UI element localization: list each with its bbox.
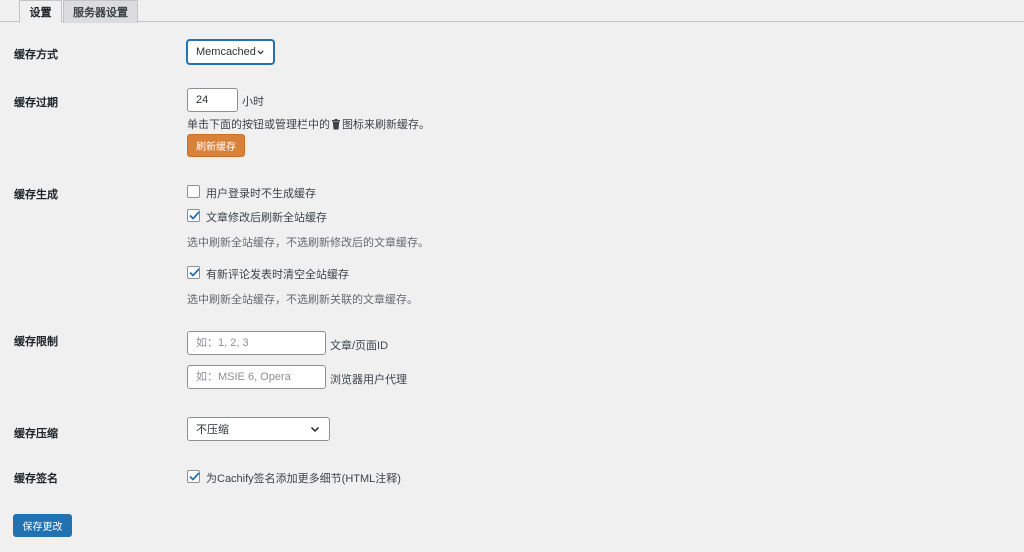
signature-details-label: 为Cachify签名添加更多细节(HTML注释) — [206, 473, 401, 485]
chevron-down-icon — [310, 426, 320, 433]
flush-on-comment-desc: 选中刷新全站缓存，不选刷新关联的文章缓存。 — [187, 294, 418, 306]
chevron-down-icon — [257, 50, 264, 55]
cache-expiry-unit: 小时 — [242, 96, 264, 108]
trash-icon — [332, 119, 340, 130]
user-agents-suffix: 浏览器用户代理 — [330, 374, 407, 386]
post-ids-suffix: 文章/页面ID — [330, 340, 389, 352]
help-text-after: 图标来刷新缓存。 — [342, 119, 430, 131]
help-text-before: 单击下面的按钮或管理栏中的 — [187, 119, 330, 131]
no-cache-logged-in-label: 用户登录时不生成缓存 — [206, 188, 316, 200]
post-ids-input[interactable] — [187, 331, 326, 355]
tab-server-settings[interactable]: 服务器设置 — [63, 0, 138, 23]
checkmark-icon — [189, 472, 200, 481]
no-cache-logged-in-checkbox[interactable] — [187, 185, 200, 198]
signature-details-checkbox[interactable] — [187, 470, 200, 483]
flush-on-post-update-desc: 选中刷新全站缓存，不选刷新修改后的文章缓存。 — [187, 237, 429, 249]
cache-expiry-label: 缓存过期 — [14, 97, 58, 109]
cache-signature-label: 缓存签名 — [14, 473, 58, 485]
cache-generation-label: 缓存生成 — [14, 189, 58, 201]
cache-expiry-input[interactable] — [187, 88, 238, 112]
flush-on-post-update-checkbox[interactable] — [187, 209, 200, 222]
cache-compression-label: 缓存压缩 — [14, 428, 58, 440]
checkmark-icon — [189, 211, 200, 220]
cache-compression-select[interactable]: 不压缩 — [187, 417, 330, 441]
cache-method-label: 缓存方式 — [14, 49, 58, 61]
user-agents-input[interactable] — [187, 365, 326, 389]
tab-settings[interactable]: 设置 — [19, 0, 62, 23]
checkmark-icon — [189, 268, 200, 277]
cache-expiry-help: 单击下面的按钮或管理栏中的 图标来刷新缓存。 — [187, 116, 430, 132]
flush-on-comment-label: 有新评论发表时清空全站缓存 — [206, 269, 349, 281]
cache-method-select[interactable]: Memcached — [187, 40, 274, 64]
flush-on-comment-checkbox[interactable] — [187, 266, 200, 279]
cache-method-value: Memcached — [196, 46, 256, 58]
save-changes-button[interactable]: 保存更改 — [13, 514, 72, 537]
flush-cache-button[interactable]: 刷新缓存 — [187, 134, 245, 157]
settings-tabs: 设置 服务器设置 — [0, 0, 1024, 23]
cache-limits-label: 缓存限制 — [14, 336, 58, 348]
cache-compression-value: 不压缩 — [196, 424, 229, 436]
flush-on-post-update-label: 文章修改后刷新全站缓存 — [206, 212, 327, 224]
